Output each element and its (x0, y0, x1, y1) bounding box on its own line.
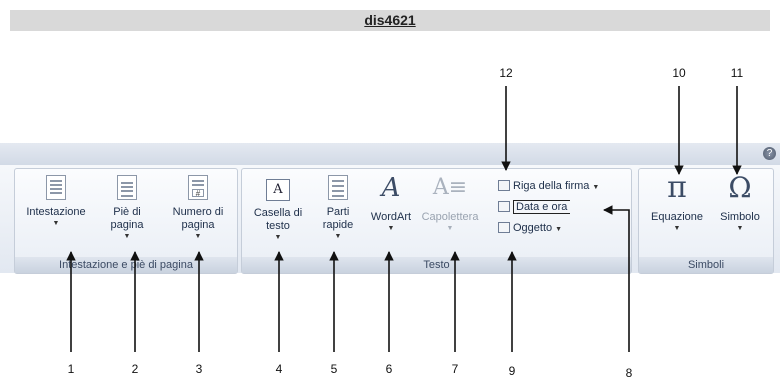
callout-number: 12 (499, 66, 513, 80)
callout-number: 8 (625, 366, 633, 380)
callout-number: 11 (730, 66, 744, 80)
callout-arrows (66, 86, 742, 352)
callout-number: 3 (195, 362, 203, 376)
callout-number: 4 (275, 362, 283, 376)
callout-number: 1 (67, 362, 75, 376)
callout-number: 5 (330, 362, 338, 376)
callout-number: 7 (451, 362, 459, 376)
callout-number: 2 (131, 362, 139, 376)
callout-number: 10 (672, 66, 686, 80)
callout-number: 9 (508, 364, 516, 378)
callout-arrow-8 (603, 205, 630, 352)
callout-number: 6 (385, 362, 393, 376)
